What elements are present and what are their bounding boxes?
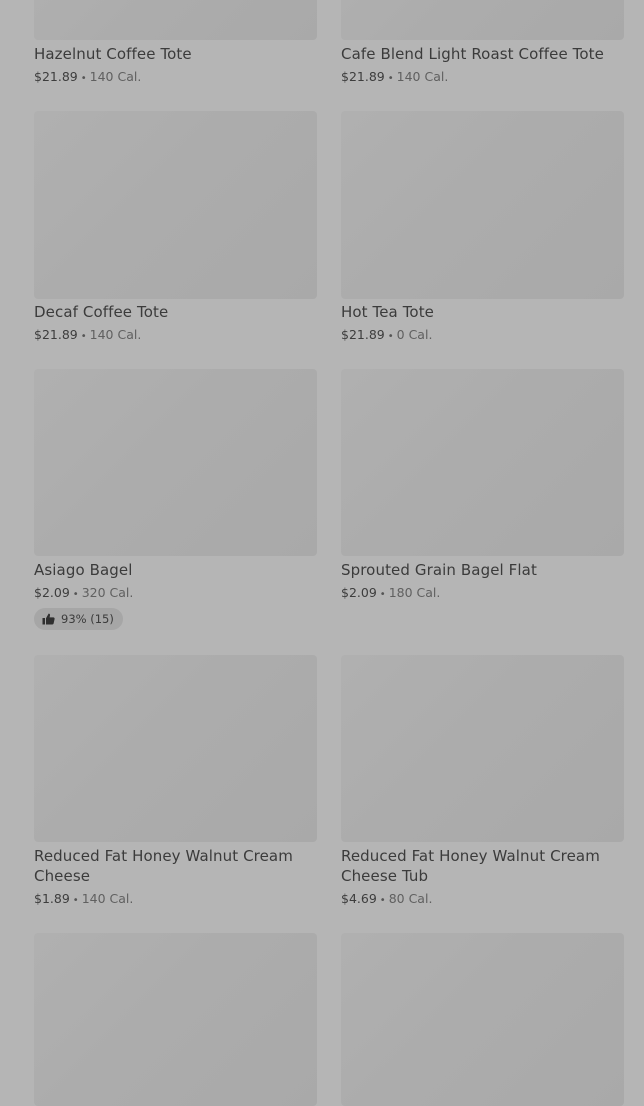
menu-item-price: $21.89 <box>341 327 385 342</box>
menu-item-calories: 140 Cal. <box>89 327 142 342</box>
rating-text: 93% (15) <box>61 612 114 626</box>
menu-item-price: $21.89 <box>34 69 78 84</box>
menu-item-price: $2.09 <box>341 585 377 600</box>
menu-item-image[interactable] <box>34 369 317 556</box>
separator: • <box>80 331 87 342</box>
separator: • <box>379 589 386 600</box>
separator: • <box>72 895 79 906</box>
menu-item-meta: $1.89 • 140 Cal. <box>34 891 133 909</box>
menu-item-image[interactable] <box>34 111 317 299</box>
menu-item-image[interactable] <box>34 933 317 1106</box>
menu-item-name[interactable]: Hazelnut Coffee Tote <box>34 44 317 64</box>
menu-item-calories: 140 Cal. <box>81 891 134 906</box>
menu-item-image[interactable] <box>341 0 624 40</box>
menu-item-meta: $2.09 • 320 Cal. <box>34 585 133 603</box>
menu-item-price: $1.89 <box>34 891 70 906</box>
separator: • <box>379 895 386 906</box>
menu-item-calories: 0 Cal. <box>396 327 433 342</box>
menu-item-name[interactable]: Cafe Blend Light Roast Coffee Tote <box>341 44 624 64</box>
menu-item-name[interactable]: Decaf Coffee Tote <box>34 302 317 322</box>
menu-item-meta: $21.89 • 0 Cal. <box>341 327 432 345</box>
menu-item-name[interactable]: Asiago Bagel <box>34 560 317 580</box>
menu-item-image[interactable] <box>341 111 624 299</box>
menu-item-meta: $21.89 • 140 Cal. <box>34 327 141 345</box>
menu-item-meta: $2.09 • 180 Cal. <box>341 585 440 603</box>
menu-grid: Hazelnut Coffee Tote $21.89 • 140 Cal. Caf… <box>0 0 644 1106</box>
menu-item-calories: 320 Cal. <box>81 585 134 600</box>
menu-item-image[interactable] <box>34 0 317 40</box>
separator: • <box>387 73 394 84</box>
separator: • <box>72 589 79 600</box>
menu-item-price: $21.89 <box>34 327 78 342</box>
menu-item-price: $2.09 <box>34 585 70 600</box>
menu-item-price: $4.69 <box>341 891 377 906</box>
menu-item-name[interactable]: Hot Tea Tote <box>341 302 624 322</box>
menu-item-calories: 180 Cal. <box>388 585 441 600</box>
menu-item-image[interactable] <box>341 933 624 1106</box>
menu-item-meta: $21.89 • 140 Cal. <box>34 69 141 87</box>
menu-item-meta: $21.89 • 140 Cal. <box>341 69 448 87</box>
menu-item-name[interactable]: Reduced Fat Honey Walnut Cream Cheese <box>34 846 317 886</box>
menu-item-calories: 140 Cal. <box>89 69 142 84</box>
separator: • <box>387 331 394 342</box>
thumbs-up-icon <box>42 613 55 625</box>
menu-item-image[interactable] <box>34 655 317 842</box>
separator: • <box>80 73 87 84</box>
menu-item-meta: $4.69 • 80 Cal. <box>341 891 432 909</box>
menu-item-image[interactable] <box>341 369 624 556</box>
menu-item-name[interactable]: Sprouted Grain Bagel Flat <box>341 560 624 580</box>
menu-item-image[interactable] <box>341 655 624 842</box>
menu-item-calories: 80 Cal. <box>388 891 433 906</box>
rating-badge: 93% (15) <box>34 608 123 630</box>
menu-item-calories: 140 Cal. <box>396 69 449 84</box>
menu-item-name[interactable]: Reduced Fat Honey Walnut Cream Cheese Tu… <box>341 846 624 886</box>
menu-item-price: $21.89 <box>341 69 385 84</box>
